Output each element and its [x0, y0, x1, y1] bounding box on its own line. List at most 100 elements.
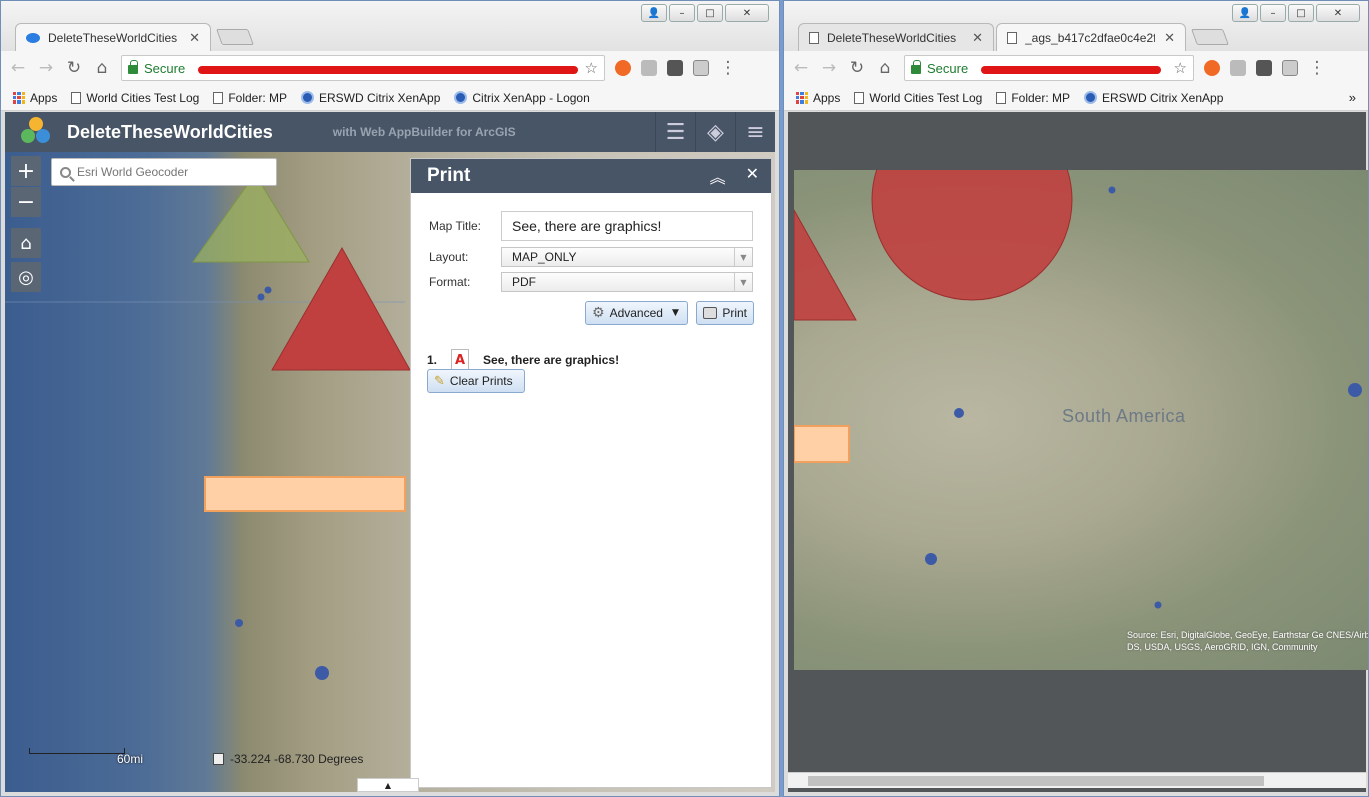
star-icon[interactable]: ☆	[1174, 59, 1187, 77]
menu-icon[interactable]: ⋮	[719, 58, 737, 78]
reload-icon[interactable]: ↻	[848, 58, 866, 78]
edge-icon	[26, 32, 40, 43]
city-point	[257, 293, 265, 301]
cast-icon[interactable]	[1282, 60, 1298, 76]
tab-close-icon[interactable]: ✕	[1164, 30, 1175, 46]
maximize-button[interactable]: □	[1288, 4, 1314, 22]
tab-close-icon[interactable]: ✕	[972, 30, 983, 46]
tab-title: DeleteTheseWorldCities	[827, 30, 957, 45]
horizontal-scrollbar[interactable]	[788, 772, 1366, 788]
extension-icon[interactable]	[1204, 60, 1220, 76]
print-button[interactable]: Print	[696, 301, 754, 325]
orange-rectangle-graphic	[204, 476, 406, 512]
tab-inactive[interactable]: DeleteTheseWorldCities ✕	[798, 23, 994, 51]
bookmark-citrix-logon[interactable]: Citrix XenApp - Logon	[454, 91, 590, 105]
city-point	[315, 666, 329, 680]
app-logo-icon	[21, 117, 51, 147]
address-bar[interactable]: Secure ☆	[904, 55, 1194, 81]
coordinate-readout: -33.224 -68.730 Degrees	[213, 752, 363, 766]
page-icon	[213, 91, 224, 104]
extension-icon[interactable]	[1256, 60, 1272, 76]
scrollbar-thumb[interactable]	[808, 776, 1264, 786]
back-icon[interactable]: ←	[792, 58, 810, 78]
zoom-in-button[interactable]: +	[11, 156, 41, 186]
close-icon[interactable]: ✕	[746, 164, 759, 188]
expand-panel-handle[interactable]: ▲	[357, 778, 419, 792]
home-icon[interactable]: ⌂	[876, 58, 894, 78]
minimize-button[interactable]: –	[1260, 4, 1286, 22]
window-controls: 👤 – □ ✕	[1232, 4, 1360, 24]
maximize-button[interactable]: □	[697, 4, 723, 22]
pdf-viewer: South America Source: Esri, DigitalGlobe…	[788, 112, 1369, 792]
chevron-down-icon: ▼	[671, 308, 679, 318]
bookmark-apps[interactable]: Apps	[796, 91, 840, 105]
minimize-button[interactable]: –	[669, 4, 695, 22]
tab-active[interactable]: DeleteTheseWorldCities ✕	[15, 23, 211, 51]
print-panel: Print ︽ ✕ Map Title: Layout: MAP_ONLY ▼ …	[410, 158, 772, 788]
extension-icon[interactable]	[667, 60, 683, 76]
lock-icon	[128, 60, 138, 74]
forward-icon[interactable]: →	[37, 58, 55, 78]
bookmark-folder-mp[interactable]: Folder: MP	[996, 91, 1070, 105]
more-bookmarks-button[interactable]: »	[1349, 90, 1356, 105]
city-point	[1154, 601, 1162, 609]
home-icon[interactable]: ⌂	[93, 58, 111, 78]
advanced-button[interactable]: ⚙ Advanced ▼	[585, 301, 688, 325]
address-bar[interactable]: Secure ☆	[121, 55, 605, 81]
city-point	[954, 408, 964, 418]
pdf-icon	[451, 349, 470, 371]
zoom-out-button[interactable]: −	[11, 187, 41, 217]
forward-icon[interactable]: →	[820, 58, 838, 78]
right-browser-window: 👤 – □ ✕ DeleteTheseWorldCities ✕ _ags_b4…	[783, 0, 1369, 797]
back-icon[interactable]: ←	[9, 58, 27, 78]
home-button[interactable]: ⌂	[11, 228, 41, 258]
angular-icon[interactable]	[641, 60, 657, 76]
map-title-input[interactable]	[501, 211, 753, 241]
angular-icon[interactable]	[1230, 60, 1246, 76]
extension-icon[interactable]	[615, 60, 631, 76]
close-button[interactable]: ✕	[1316, 4, 1360, 22]
bookmark-folder-mp[interactable]: Folder: MP	[213, 91, 287, 105]
secure-label: Secure	[927, 60, 969, 76]
app-header: DeleteTheseWorldCities with Web AppBuild…	[5, 112, 775, 152]
clear-prints-button[interactable]: ✎ Clear Prints	[427, 369, 525, 393]
layers-icon[interactable]: ◈	[695, 112, 735, 152]
browser-toolbar: ← → ↻ ⌂ Secure ☆ ⋮	[784, 51, 1368, 85]
red-triangle-graphic	[794, 208, 857, 321]
calculator-icon[interactable]	[213, 753, 224, 765]
green-triangle-graphic	[192, 173, 310, 263]
bookmark-erswd[interactable]: ERSWD Citrix XenApp	[301, 91, 440, 105]
user-icon[interactable]: 👤	[641, 4, 667, 22]
printer-icon	[703, 307, 718, 319]
bookmark-erswd[interactable]: ERSWD Citrix XenApp	[1084, 91, 1223, 105]
reload-icon[interactable]: ↻	[65, 58, 83, 78]
layout-select[interactable]: MAP_ONLY ▼	[501, 247, 753, 267]
app-subtitle: with Web AppBuilder for ArcGIS	[332, 125, 516, 139]
close-button[interactable]: ✕	[725, 4, 769, 22]
secure-label: Secure	[144, 60, 186, 76]
city-point	[264, 286, 272, 294]
cast-icon[interactable]	[693, 60, 709, 76]
legend-icon[interactable]: ☰	[655, 112, 695, 152]
red-triangle-graphic	[271, 246, 411, 371]
geocoder-search[interactable]	[51, 158, 277, 186]
new-tab-button[interactable]	[216, 29, 254, 45]
collapse-icon[interactable]: ︽	[710, 164, 726, 188]
more-menu-icon[interactable]: ≡	[735, 112, 775, 152]
bookmark-apps[interactable]: Apps	[13, 91, 57, 105]
menu-icon[interactable]: ⋮	[1308, 58, 1326, 78]
tab-close-icon[interactable]: ✕	[189, 30, 200, 46]
print-result-item[interactable]: 1. See, there are graphics!	[427, 349, 619, 371]
star-icon[interactable]: ☆	[585, 59, 598, 77]
tab-active[interactable]: _ags_b417c2dfae0c4e2f8 ✕	[996, 23, 1186, 51]
search-input[interactable]	[77, 165, 257, 179]
locate-button[interactable]: ◎	[11, 262, 41, 292]
bookmark-world-cities[interactable]: World Cities Test Log	[71, 91, 199, 105]
format-select[interactable]: PDF ▼	[501, 272, 753, 292]
new-tab-button[interactable]	[1191, 29, 1229, 45]
bookmark-world-cities[interactable]: World Cities Test Log	[854, 91, 982, 105]
user-icon[interactable]: 👤	[1232, 4, 1258, 22]
redacted-url	[198, 66, 578, 74]
map-attribution: Source: Esri, DigitalGlobe, GeoEye, Eart…	[1127, 630, 1369, 652]
apps-grid-icon	[796, 91, 808, 104]
